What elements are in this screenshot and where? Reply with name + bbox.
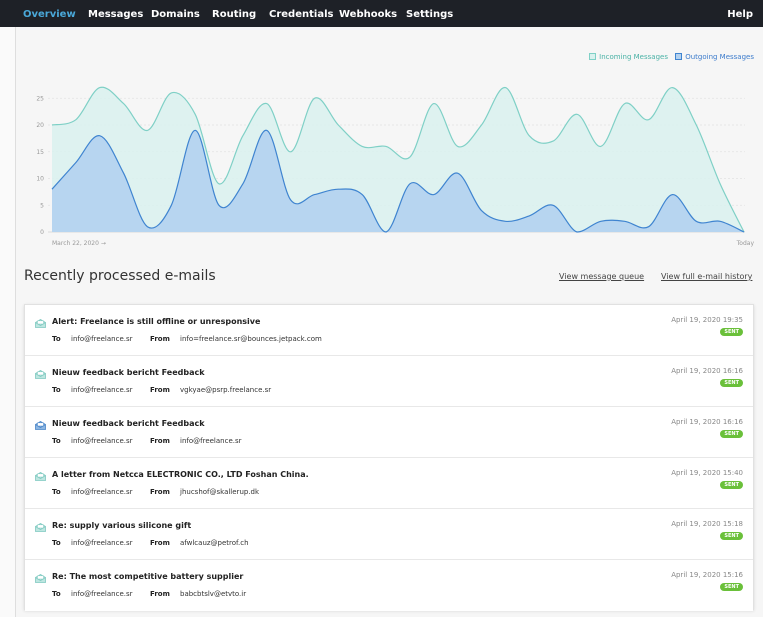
email-row[interactable]: Nieuw feedback bericht Feedback To info@fr… bbox=[25, 356, 753, 407]
email-date: April 19, 2020 19:35 bbox=[671, 316, 743, 324]
status-badge: SENT bbox=[720, 328, 743, 336]
email-date: April 19, 2020 16:16 bbox=[671, 418, 743, 426]
email-date: April 19, 2020 15:16 bbox=[671, 571, 743, 579]
envelope-open-icon bbox=[35, 523, 46, 532]
envelope-open-icon bbox=[35, 370, 46, 379]
email-date: April 19, 2020 15:18 bbox=[671, 520, 743, 528]
status-badge: SENT bbox=[720, 583, 743, 591]
email-subject[interactable]: A letter from Netcca ELECTRONIC CO., LTD… bbox=[52, 470, 309, 479]
legend-swatch-incoming bbox=[589, 53, 597, 60]
to-label: To bbox=[52, 488, 61, 496]
view-message-queue-link[interactable]: View message queue bbox=[559, 272, 644, 281]
email-to: info@freelance.sr bbox=[71, 488, 133, 496]
nav-overview[interactable]: Overview bbox=[23, 0, 76, 27]
email-row[interactable]: Alert: Freelance is still offline or unr… bbox=[25, 305, 753, 356]
email-from: info@freelance.sr bbox=[180, 437, 242, 445]
email-date: April 19, 2020 16:16 bbox=[671, 367, 743, 375]
nav-routing[interactable]: Routing bbox=[212, 0, 256, 27]
email-date: April 19, 2020 15:40 bbox=[671, 469, 743, 477]
recent-emails-title: Recently processed e-mails bbox=[24, 268, 216, 284]
envelope-open-blue-icon bbox=[35, 421, 46, 430]
email-row[interactable]: A letter from Netcca ELECTRONIC CO., LTD… bbox=[25, 458, 753, 509]
view-email-history-link[interactable]: View full e-mail history bbox=[661, 272, 752, 281]
status-badge: SENT bbox=[720, 379, 743, 387]
from-label: From bbox=[150, 386, 170, 394]
envelope-open-icon bbox=[35, 319, 46, 328]
status-badge: SENT bbox=[720, 481, 743, 489]
y-tick-label: 15 bbox=[36, 149, 44, 156]
x-start-label: March 22, 2020 → bbox=[52, 240, 106, 247]
envelope-open-icon bbox=[35, 472, 46, 481]
from-label: From bbox=[150, 488, 170, 496]
email-from: jhucshof@skallerup.dk bbox=[180, 488, 260, 496]
email-subject[interactable]: Alert: Freelance is still offline or unr… bbox=[52, 317, 260, 326]
to-label: To bbox=[52, 335, 61, 343]
email-subject[interactable]: Re: supply various silicone gift bbox=[52, 521, 191, 530]
to-label: To bbox=[52, 437, 61, 445]
to-label: To bbox=[52, 590, 61, 598]
nav-credentials[interactable]: Credentials bbox=[269, 0, 333, 27]
recent-emails-list: Alert: Freelance is still offline or unr… bbox=[24, 304, 754, 611]
nav-webhooks[interactable]: Webhooks bbox=[339, 0, 397, 27]
messages-area-chart: 0 5 10 15 20 25 March 22, 2020 → Today bbox=[36, 86, 755, 247]
email-subject[interactable]: Re: The most competitive battery supplie… bbox=[52, 572, 243, 581]
email-row[interactable]: Nieuw feedback bericht Feedback To info@fr… bbox=[25, 407, 753, 458]
y-tick-label: 25 bbox=[36, 95, 44, 102]
to-label: To bbox=[52, 539, 61, 547]
legend-swatch-outgoing bbox=[675, 53, 683, 60]
status-badge: SENT bbox=[720, 430, 743, 438]
to-label: To bbox=[52, 386, 61, 394]
status-badge: SENT bbox=[720, 532, 743, 540]
y-tick-label: 5 bbox=[40, 202, 44, 209]
email-from: vgkyae@psrp.freelance.sr bbox=[180, 386, 272, 394]
email-to: info@freelance.sr bbox=[71, 590, 133, 598]
nav-domains[interactable]: Domains bbox=[151, 0, 200, 27]
top-navigation: Overview Messages Domains Routing Creden… bbox=[0, 0, 763, 27]
x-end-label: Today bbox=[736, 240, 755, 247]
email-from: info=freelance.sr@bounces.jetpack.com bbox=[180, 335, 322, 343]
from-label: From bbox=[150, 590, 170, 598]
y-tick-label: 10 bbox=[36, 176, 44, 183]
email-to: info@freelance.sr bbox=[71, 386, 133, 394]
email-to: info@freelance.sr bbox=[71, 335, 133, 343]
y-tick-label: 20 bbox=[36, 122, 44, 129]
email-to: info@freelance.sr bbox=[71, 539, 133, 547]
y-tick-label: 0 bbox=[40, 229, 44, 236]
nav-messages[interactable]: Messages bbox=[88, 0, 143, 27]
envelope-open-icon bbox=[35, 574, 46, 583]
email-row[interactable]: Re: The most competitive battery supplie… bbox=[25, 560, 753, 611]
email-row[interactable]: Re: supply various silicone gift To info@f… bbox=[25, 509, 753, 560]
email-to: info@freelance.sr bbox=[71, 437, 133, 445]
from-label: From bbox=[150, 335, 170, 343]
nav-help[interactable]: Help bbox=[727, 0, 753, 27]
from-label: From bbox=[150, 539, 170, 547]
email-from: babcbtslv@etvto.ir bbox=[180, 590, 247, 598]
email-from: afwlcauz@petrof.ch bbox=[180, 539, 249, 547]
email-subject[interactable]: Nieuw feedback bericht Feedback bbox=[52, 368, 205, 377]
from-label: From bbox=[150, 437, 170, 445]
email-subject[interactable]: Nieuw feedback bericht Feedback bbox=[52, 419, 205, 428]
nav-settings[interactable]: Settings bbox=[406, 0, 453, 27]
